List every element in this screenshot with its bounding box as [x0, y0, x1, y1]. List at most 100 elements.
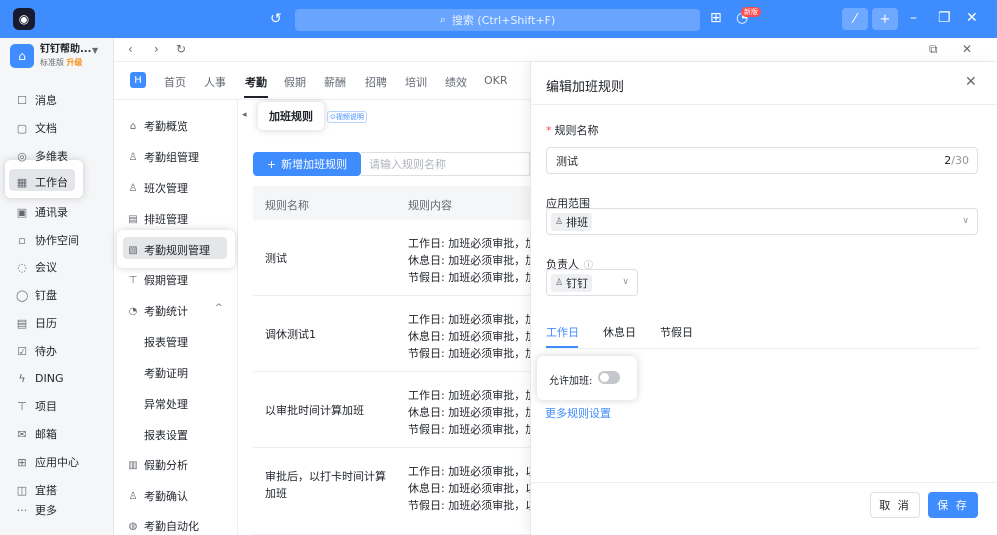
caret-down-icon[interactable]: ▼ [92, 46, 98, 55]
scope-select[interactable]: ♙ 排班 ∨ [546, 208, 978, 235]
sidebar-item-label: 更多 [35, 504, 57, 517]
browser-toolbar: ‹ › ↻ ⧉ ✕ [114, 38, 997, 62]
sidebar-item-label: 待办 [35, 345, 57, 358]
module-tab-1[interactable]: 人事 [204, 74, 226, 90]
menu-item-label: 假勤分析 [144, 459, 188, 472]
sidebar-item-todo[interactable]: ☑ 待办 [16, 341, 57, 361]
menu-item-shift[interactable]: ♙ 班次管理 [128, 180, 188, 196]
back-icon[interactable]: ‹ [128, 42, 133, 56]
close-tab-icon[interactable]: ✕ [962, 42, 972, 56]
menu-item-label: 考勤统计 [144, 305, 188, 318]
more-rule-settings-link[interactable]: 更多规则设置 [545, 405, 611, 421]
menu-item-label: 考勤规则管理 [144, 244, 210, 257]
rule-name-cell: 调休测试1 [265, 328, 316, 341]
menu-item-group[interactable]: ♙ 考勤组管理 [128, 149, 199, 165]
back-arrow-icon[interactable]: ◂ [242, 110, 247, 120]
user-icon: ♙ [555, 217, 564, 227]
save-button[interactable]: 保 存 [928, 492, 978, 518]
sidebar-item-app-center[interactable]: ⊞ 应用中心 [16, 452, 79, 472]
module-tab-2[interactable]: 考勤 [245, 74, 267, 90]
quick-action-button[interactable]: ⁄ [842, 8, 868, 30]
upgrade-link[interactable]: 升级 [67, 58, 83, 67]
table-row[interactable]: 以审批时间计算加班 工作日: 加班必须审批，加 休息日: 加班必须审批，加 节假日: … [253, 372, 530, 448]
menu-item-label: 排班管理 [144, 213, 188, 226]
menu-item-analysis[interactable]: ▥ 假勤分析 [128, 457, 188, 473]
menu-item-confirm[interactable]: ♙ 考勤确认 [128, 488, 188, 504]
tab-workday[interactable]: 工作日 [546, 324, 579, 340]
allow-overtime-toggle[interactable] [598, 371, 620, 384]
dingtalk-logo-icon[interactable]: ◉ [13, 8, 35, 30]
sidebar-item-meeting[interactable]: ◌ 会议 [16, 257, 57, 277]
rule-name-input[interactable]: 测试 2/30 [546, 147, 978, 174]
org-avatar: ⌂ [10, 44, 34, 68]
video-help-link[interactable]: ⊙视频说明 [327, 111, 367, 123]
close-window-icon[interactable]: ✕ [966, 10, 978, 26]
module-tab-3[interactable]: 假期 [284, 74, 306, 90]
table-row[interactable]: 调休测试1 工作日: 加班必须审批，加 休息日: 加班必须审批，加 节假日: 加班必须… [253, 296, 530, 372]
minimize-icon[interactable]: – [910, 10, 917, 26]
menu-item-rules[interactable]: ▧ 考勤规则管理 [128, 242, 210, 258]
menu-item-label: 考勤自动化 [144, 520, 199, 533]
rule-content-line: 休息日: 加班必须审批，加 [408, 330, 530, 343]
chevron-up-icon[interactable]: ^ [215, 303, 223, 313]
sidebar-item-official[interactable]: ◫ 宜搭 [16, 480, 57, 500]
menu-item-schedule[interactable]: ▤ 排班管理 [128, 211, 188, 227]
tab-restday[interactable]: 休息日 [603, 324, 636, 340]
history-icon[interactable]: ↺ [270, 11, 282, 27]
close-icon[interactable]: ✕ [965, 74, 977, 90]
sidebar-item-ding[interactable]: ϟ DING [16, 368, 63, 388]
sidebar-item-doc[interactable]: ▢ 文档 [16, 118, 57, 138]
sidebar-item-label: 工作台 [35, 176, 68, 189]
create-button[interactable]: + [872, 8, 898, 30]
rule-search-input[interactable]: 请输入规则名称 [361, 152, 530, 176]
module-tab-6[interactable]: 培训 [405, 74, 427, 90]
official-icon: ◫ [16, 483, 28, 497]
ding-icon: ϟ [18, 371, 26, 385]
module-tab-0[interactable]: 首页 [164, 74, 186, 90]
schedule-icon: ▤ [128, 213, 138, 225]
plus-icon: + [879, 11, 891, 27]
owner-select[interactable]: ♙ 钉钉 ∨ [546, 269, 638, 296]
sidebar-item-table[interactable]: ◎ 多维表 [16, 146, 68, 166]
rule-content-line: 工作日: 加班必须审批，以 [408, 465, 530, 478]
add-rule-button[interactable]: + 新增加班规则 [253, 152, 361, 176]
sidebar-item-more[interactable]: ··· 更多 [16, 500, 57, 520]
module-tab-4[interactable]: 薪酬 [324, 74, 346, 90]
refresh-icon[interactable]: ↻ [176, 42, 186, 56]
menu-item-stats[interactable]: ◔ 考勤统计 [128, 303, 188, 319]
module-tab-5[interactable]: 招聘 [365, 74, 387, 90]
sidebar-item-message[interactable]: ☐ 消息 [16, 90, 57, 110]
menu-item-home[interactable]: ⌂ 考勤概览 [128, 118, 188, 134]
cancel-button[interactable]: 取 消 [870, 492, 920, 518]
table-row[interactable]: 审批后，以打卡时间计算加班 工作日: 加班必须审批，以 休息日: 加班必须审批，以节… [253, 448, 530, 535]
title-bar: ◉ ↺ ⌕ 搜索 (Ctrl+Shift+F) ⊞ ◔ 新版 ⁄ + – ❐ ✕ [0, 0, 997, 38]
menu-subitem-2[interactable]: 异常处理 [144, 396, 188, 412]
org-switcher[interactable]: ⌂ 钉钉帮助... 标准版 升级 [10, 44, 91, 68]
menu-item-leave[interactable]: ⊤ 假期管理 [128, 272, 188, 288]
required-mark: * [546, 124, 552, 137]
open-external-icon[interactable]: ⧉ [929, 42, 938, 57]
sidebar-item-project[interactable]: ⊤ 项目 [16, 396, 57, 416]
sidebar-item-calendar[interactable]: ▤ 日历 [16, 313, 57, 333]
sidebar-item-drive[interactable]: ◯ 钉盘 [16, 285, 57, 305]
calendar-icon: ▤ [16, 316, 28, 330]
global-search[interactable]: ⌕ 搜索 (Ctrl+Shift+F) [295, 9, 700, 31]
forward-icon[interactable]: › [154, 42, 159, 56]
menu-item-auto[interactable]: ◍ 考勤自动化 [128, 518, 199, 534]
allow-overtime-label: 允许加班: [549, 376, 593, 387]
table-row[interactable]: 测试 工作日: 加班必须审批，加 休息日: 加班必须审批，加 节假日: 加班必须审批，… [253, 220, 530, 296]
sidebar-item-label: 会议 [35, 261, 57, 274]
menu-subitem-3[interactable]: 报表设置 [144, 427, 188, 443]
apps-grid-icon[interactable]: ⊞ [710, 10, 722, 26]
module-tab-7[interactable]: 绩效 [445, 74, 467, 90]
sidebar-item-contacts[interactable]: ▣ 通讯录 [16, 202, 68, 222]
tab-holiday[interactable]: 节假日 [660, 324, 693, 340]
sidebar-item-workbench[interactable]: ▦ 工作台 [16, 172, 68, 192]
module-tab-8[interactable]: OKR [484, 74, 508, 87]
sidebar-item-mail[interactable]: ✉ 邮箱 [16, 424, 57, 444]
rule-name-cell: 测试 [265, 252, 287, 265]
restore-icon[interactable]: ❐ [938, 10, 951, 26]
menu-subitem-1[interactable]: 考勤证明 [144, 365, 188, 381]
menu-subitem-0[interactable]: 报表管理 [144, 334, 188, 350]
sidebar-item-space[interactable]: ▫ 协作空间 [16, 230, 79, 250]
